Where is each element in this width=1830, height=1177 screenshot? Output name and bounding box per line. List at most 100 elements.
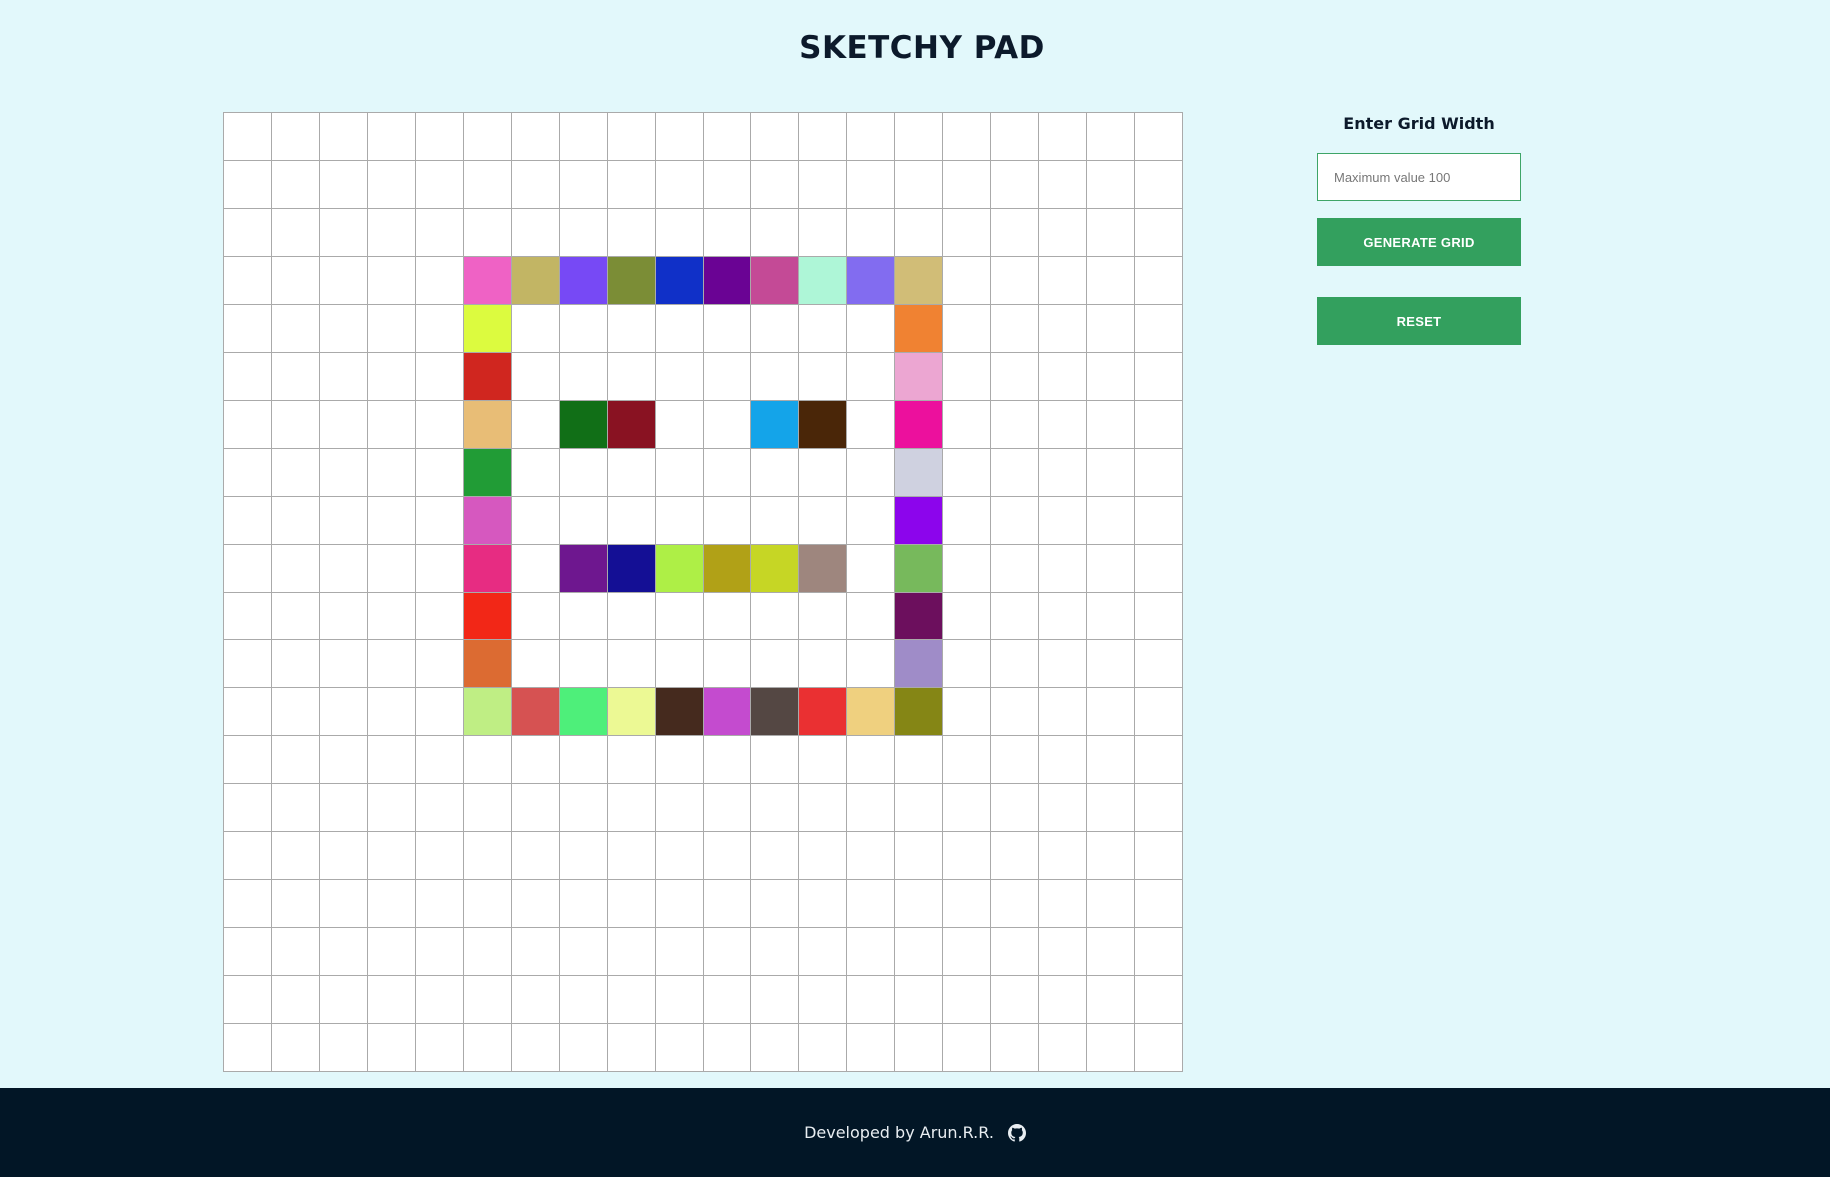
grid-cell[interactable]	[415, 640, 464, 689]
grid-cell[interactable]	[799, 688, 848, 737]
grid-cell[interactable]	[943, 928, 992, 977]
grid-cell[interactable]	[224, 640, 272, 689]
grid-cell[interactable]	[703, 352, 752, 401]
grid-cell[interactable]	[1087, 496, 1136, 545]
grid-cell[interactable]	[511, 448, 560, 497]
grid-cell[interactable]	[319, 256, 368, 305]
grid-cell[interactable]	[895, 784, 944, 833]
grid-cell[interactable]	[463, 256, 512, 305]
grid-cell[interactable]	[751, 208, 800, 257]
grid-cell[interactable]	[511, 592, 560, 641]
grid-cell[interactable]	[463, 113, 512, 161]
grid-cell[interactable]	[991, 544, 1040, 593]
grid-cell[interactable]	[559, 160, 608, 209]
grid-cell[interactable]	[1039, 592, 1088, 641]
grid-cell[interactable]	[415, 496, 464, 545]
grid-cell[interactable]	[991, 1024, 1040, 1072]
grid-cell[interactable]	[847, 113, 896, 161]
grid-cell[interactable]	[1087, 736, 1136, 785]
grid-cell[interactable]	[271, 1024, 320, 1072]
grid-cell[interactable]	[367, 496, 416, 545]
grid-cell[interactable]	[559, 784, 608, 833]
grid-cell[interactable]	[511, 256, 560, 305]
grid-cell[interactable]	[463, 496, 512, 545]
grid-cell[interactable]	[1087, 256, 1136, 305]
grid-cell[interactable]	[655, 784, 704, 833]
grid-cell[interactable]	[224, 160, 272, 209]
grid-cell[interactable]	[1039, 736, 1088, 785]
grid-cell[interactable]	[1135, 448, 1183, 497]
grid-cell[interactable]	[1039, 208, 1088, 257]
grid-cell[interactable]	[1039, 880, 1088, 929]
grid-cell[interactable]	[367, 544, 416, 593]
grid-cell[interactable]	[271, 113, 320, 161]
grid-cell[interactable]	[271, 160, 320, 209]
grid-cell[interactable]	[943, 113, 992, 161]
grid-cell[interactable]	[1087, 113, 1136, 161]
grid-cell[interactable]	[655, 976, 704, 1025]
grid-cell[interactable]	[319, 928, 368, 977]
grid-cell[interactable]	[943, 544, 992, 593]
grid-cell[interactable]	[607, 736, 656, 785]
grid-cell[interactable]	[991, 592, 1040, 641]
grid-cell[interactable]	[607, 784, 656, 833]
grid-cell[interactable]	[319, 400, 368, 449]
grid-cell[interactable]	[847, 976, 896, 1025]
grid-cell[interactable]	[319, 496, 368, 545]
grid-cell[interactable]	[319, 544, 368, 593]
grid-cell[interactable]	[1039, 544, 1088, 593]
grid-cell[interactable]	[799, 352, 848, 401]
grid-cell[interactable]	[224, 832, 272, 881]
grid-cell[interactable]	[224, 113, 272, 161]
grid-cell[interactable]	[1087, 1024, 1136, 1072]
grid-cell[interactable]	[463, 400, 512, 449]
grid-cell[interactable]	[1039, 113, 1088, 161]
grid-cell[interactable]	[415, 208, 464, 257]
grid-cell[interactable]	[751, 544, 800, 593]
grid-cell[interactable]	[367, 1024, 416, 1072]
grid-cell[interactable]	[895, 544, 944, 593]
grid-cell[interactable]	[847, 784, 896, 833]
grid-cell[interactable]	[559, 832, 608, 881]
grid-cell[interactable]	[655, 352, 704, 401]
grid-cell[interactable]	[1135, 1024, 1183, 1072]
grid-cell[interactable]	[751, 256, 800, 305]
grid-cell[interactable]	[511, 640, 560, 689]
grid-cell[interactable]	[799, 400, 848, 449]
grid-cell[interactable]	[319, 160, 368, 209]
grid-cell[interactable]	[943, 304, 992, 353]
grid-cell[interactable]	[895, 256, 944, 305]
grid-cell[interactable]	[224, 592, 272, 641]
grid-cell[interactable]	[463, 880, 512, 929]
grid-cell[interactable]	[224, 784, 272, 833]
grid-cell[interactable]	[991, 352, 1040, 401]
grid-cell[interactable]	[271, 832, 320, 881]
grid-cell[interactable]	[1039, 784, 1088, 833]
grid-cell[interactable]	[799, 880, 848, 929]
grid-cell[interactable]	[1087, 544, 1136, 593]
grid-cell[interactable]	[607, 352, 656, 401]
grid-cell[interactable]	[319, 880, 368, 929]
grid-cell[interactable]	[1087, 880, 1136, 929]
grid-cell[interactable]	[655, 880, 704, 929]
grid-cell[interactable]	[559, 400, 608, 449]
grid-cell[interactable]	[655, 928, 704, 977]
grid-cell[interactable]	[655, 544, 704, 593]
grid-cell[interactable]	[847, 688, 896, 737]
grid-cell[interactable]	[991, 208, 1040, 257]
grid-cell[interactable]	[463, 688, 512, 737]
grid-cell[interactable]	[751, 928, 800, 977]
grid-cell[interactable]	[847, 880, 896, 929]
grid-cell[interactable]	[1087, 928, 1136, 977]
grid-cell[interactable]	[703, 928, 752, 977]
grid-cell[interactable]	[1135, 544, 1183, 593]
grid-cell[interactable]	[559, 448, 608, 497]
grid-cell[interactable]	[1087, 160, 1136, 209]
grid-cell[interactable]	[607, 256, 656, 305]
grid-cell[interactable]	[511, 304, 560, 353]
grid-cell[interactable]	[751, 352, 800, 401]
grid-cell[interactable]	[415, 688, 464, 737]
grid-cell[interactable]	[703, 736, 752, 785]
grid-cell[interactable]	[991, 496, 1040, 545]
grid-cell[interactable]	[319, 304, 368, 353]
